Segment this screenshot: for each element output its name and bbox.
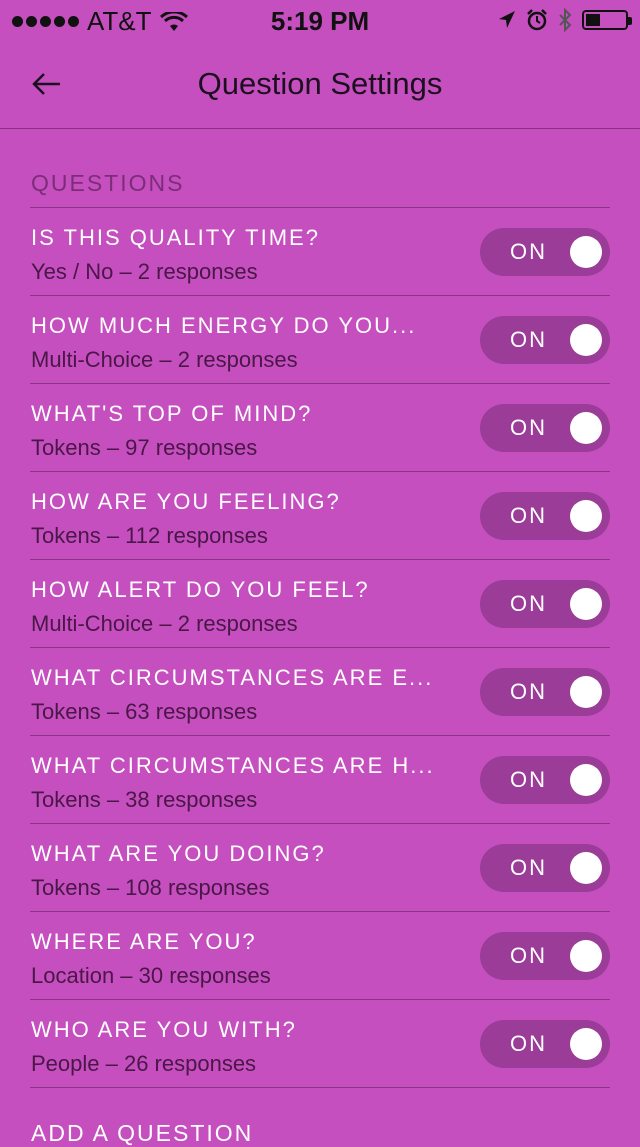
toggle-label: ON: [510, 327, 547, 352]
toggle-knob: [570, 412, 602, 444]
question-title: WHAT ARE YOU DOING?: [31, 841, 326, 866]
question-row[interactable]: WHERE ARE YOU? Location – 30 responses O…: [30, 912, 610, 1000]
question-subtitle: Tokens – 63 responses: [31, 699, 258, 724]
toggle-knob: [570, 500, 602, 532]
toggle-knob: [570, 588, 602, 620]
toggle-label: ON: [510, 943, 547, 968]
question-toggle[interactable]: ON: [480, 756, 610, 804]
question-title: HOW MUCH ENERGY DO YOU...: [31, 313, 417, 338]
question-subtitle: Yes / No – 2 responses: [31, 259, 258, 284]
question-toggle[interactable]: ON: [480, 668, 610, 716]
toggle-knob: [570, 940, 602, 972]
question-toggle[interactable]: ON: [480, 316, 610, 364]
section-header: QUESTIONS: [31, 170, 185, 196]
bluetooth-icon: [559, 8, 572, 32]
question-title: WHAT'S TOP OF MIND?: [31, 401, 313, 426]
question-subtitle: Tokens – 97 responses: [31, 435, 258, 460]
question-row[interactable]: WHAT CIRCUMSTANCES ARE E... Tokens – 63 …: [30, 648, 610, 736]
status-right: [498, 8, 632, 32]
question-list: IS THIS QUALITY TIME? Yes / No – 2 respo…: [30, 207, 610, 1088]
toggle-label: ON: [510, 767, 547, 792]
question-subtitle: Location – 30 responses: [31, 963, 271, 988]
toggle-label: ON: [510, 1031, 547, 1056]
question-title: WHO ARE YOU WITH?: [31, 1017, 297, 1042]
toggle-label: ON: [510, 239, 547, 264]
question-subtitle: Multi-Choice – 2 responses: [31, 611, 298, 636]
location-arrow-icon: [499, 11, 515, 28]
question-row[interactable]: IS THIS QUALITY TIME? Yes / No – 2 respo…: [30, 208, 610, 296]
question-subtitle: Tokens – 108 responses: [31, 875, 270, 900]
question-toggle[interactable]: ON: [480, 228, 610, 276]
question-toggle[interactable]: ON: [480, 1020, 610, 1068]
toggle-knob: [570, 764, 602, 796]
page-title: Question Settings: [197, 66, 443, 101]
toggle-knob: [570, 324, 602, 356]
question-toggle[interactable]: ON: [480, 492, 610, 540]
question-row[interactable]: WHAT ARE YOU DOING? Tokens – 108 respons…: [30, 824, 610, 912]
question-toggle[interactable]: ON: [480, 844, 610, 892]
question-row[interactable]: HOW MUCH ENERGY DO YOU... Multi-Choice –…: [30, 296, 610, 384]
toggle-knob: [570, 1028, 602, 1060]
toggle-knob: [570, 236, 602, 268]
question-row[interactable]: WHAT'S TOP OF MIND? Tokens – 97 response…: [30, 384, 610, 472]
question-title: WHERE ARE YOU?: [31, 929, 257, 954]
toggle-knob: [570, 676, 602, 708]
alarm-icon: [527, 9, 547, 31]
question-title: WHAT CIRCUMSTANCES ARE E...: [31, 665, 434, 690]
toggle-label: ON: [510, 503, 547, 528]
question-row[interactable]: HOW ARE YOU FEELING? Tokens – 112 respon…: [30, 472, 610, 560]
question-title: WHAT CIRCUMSTANCES ARE H...: [31, 753, 435, 778]
navigation-bar: Question Settings: [0, 40, 640, 129]
question-toggle[interactable]: ON: [480, 580, 610, 628]
question-subtitle: Multi-Choice – 2 responses: [31, 347, 298, 372]
question-subtitle: Tokens – 38 responses: [31, 787, 258, 812]
question-subtitle: People – 26 responses: [31, 1051, 257, 1076]
question-toggle[interactable]: ON: [480, 404, 610, 452]
question-title: IS THIS QUALITY TIME?: [31, 225, 320, 250]
question-title: HOW ALERT DO YOU FEEL?: [31, 577, 370, 602]
question-row[interactable]: WHO ARE YOU WITH? People – 26 responses …: [30, 1000, 610, 1088]
question-row[interactable]: HOW ALERT DO YOU FEEL? Multi-Choice – 2 …: [30, 560, 610, 648]
add-question-button[interactable]: ADD A QUESTION: [31, 1120, 253, 1147]
toggle-label: ON: [510, 855, 547, 880]
question-toggle[interactable]: ON: [480, 932, 610, 980]
question-row[interactable]: WHAT CIRCUMSTANCES ARE H... Tokens – 38 …: [30, 736, 610, 824]
battery-icon: [582, 10, 632, 30]
question-subtitle: Tokens – 112 responses: [31, 523, 268, 548]
toggle-label: ON: [510, 415, 547, 440]
status-bar: AT&T 5:19 PM: [0, 0, 640, 40]
question-title: HOW ARE YOU FEELING?: [31, 489, 341, 514]
toggle-label: ON: [510, 591, 547, 616]
toggle-label: ON: [510, 679, 547, 704]
toggle-knob: [570, 852, 602, 884]
